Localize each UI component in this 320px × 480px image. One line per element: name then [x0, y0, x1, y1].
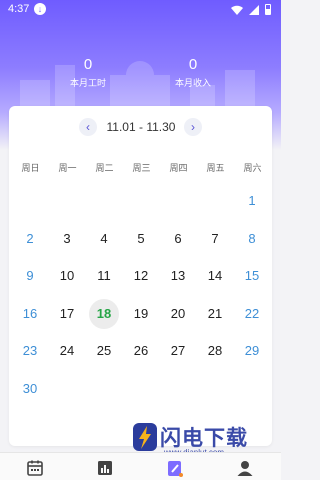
bottom-tab-bar	[0, 452, 281, 480]
monthly-hours-label: 本月工时	[69, 78, 106, 88]
calendar-day[interactable]: 11	[89, 261, 119, 291]
calendar-day[interactable]: 23	[15, 336, 45, 366]
calendar-day[interactable]: 10	[52, 261, 82, 291]
signal-icon	[249, 4, 259, 15]
tab-profile[interactable]	[236, 459, 254, 477]
monthly-income-label: 本月收入	[174, 78, 211, 88]
tab-calendar[interactable]	[26, 459, 44, 477]
monthly-hours: 0 本月工时	[43, 56, 133, 89]
wifi-icon	[231, 5, 243, 15]
battery-icon	[265, 4, 271, 15]
calendar-day[interactable]: 1	[237, 186, 267, 216]
lightning-logo-icon	[133, 423, 157, 451]
calendar-day[interactable]: 21	[200, 299, 230, 329]
calendar-day[interactable]: 25	[89, 336, 119, 366]
status-bar: 4:37 ↓	[0, 0, 281, 20]
calendar-icon	[27, 460, 43, 476]
calendar-grid: 1 2 3 4 5 6 7 8 9 10 11 12 13 14 15 16 17 18 19 20 21 22 23 24 2…	[9, 106, 272, 446]
calendar-day[interactable]: 29	[237, 336, 267, 366]
calendar-day[interactable]: 28	[200, 336, 230, 366]
calendar-day[interactable]: 6	[163, 224, 193, 254]
calendar-day[interactable]: 20	[163, 299, 193, 329]
calendar-day-today[interactable]: 18	[89, 298, 119, 329]
calendar-card: ‹ 11.01 - 11.30 › 周日 周一 周二 周三 周四 周五 周六 1234567…	[9, 106, 272, 446]
profile-icon	[237, 461, 253, 476]
calendar-day[interactable]: 13	[163, 261, 193, 291]
calendar-day[interactable]: 15	[237, 261, 267, 291]
calendar-day[interactable]: 16	[15, 299, 45, 329]
status-time: 4:37	[8, 3, 30, 15]
calendar-day[interactable]: 27	[163, 336, 193, 366]
calendar-day[interactable]: 22	[237, 299, 267, 329]
calendar-day[interactable]: 26	[126, 336, 156, 366]
chart-icon	[98, 461, 112, 475]
monthly-hours-value: 0	[83, 56, 93, 73]
calendar-day[interactable]: 7	[200, 224, 230, 254]
calendar-day[interactable]: 2	[15, 224, 45, 254]
calendar-day[interactable]: 30	[15, 374, 45, 404]
calendar-day[interactable]: 4	[89, 224, 119, 254]
calendar-day[interactable]: 12	[126, 261, 156, 291]
download-icon: ↓	[34, 3, 46, 15]
calendar-day[interactable]: 17	[52, 299, 82, 329]
calendar-day[interactable]: 24	[52, 336, 82, 366]
calendar-day[interactable]: 3	[52, 224, 82, 254]
calendar-day[interactable]: 5	[126, 224, 156, 254]
tab-statistics[interactable]	[96, 459, 114, 477]
edit-icon	[168, 461, 183, 477]
calendar-day[interactable]: 19	[126, 299, 156, 329]
tab-record[interactable]	[166, 459, 184, 477]
calendar-day[interactable]: 9	[15, 261, 45, 291]
monthly-income-value: 0	[188, 56, 198, 73]
monthly-income: 0 本月收入	[148, 56, 238, 89]
calendar-day[interactable]: 8	[237, 224, 267, 254]
calendar-day[interactable]: 14	[200, 261, 230, 291]
